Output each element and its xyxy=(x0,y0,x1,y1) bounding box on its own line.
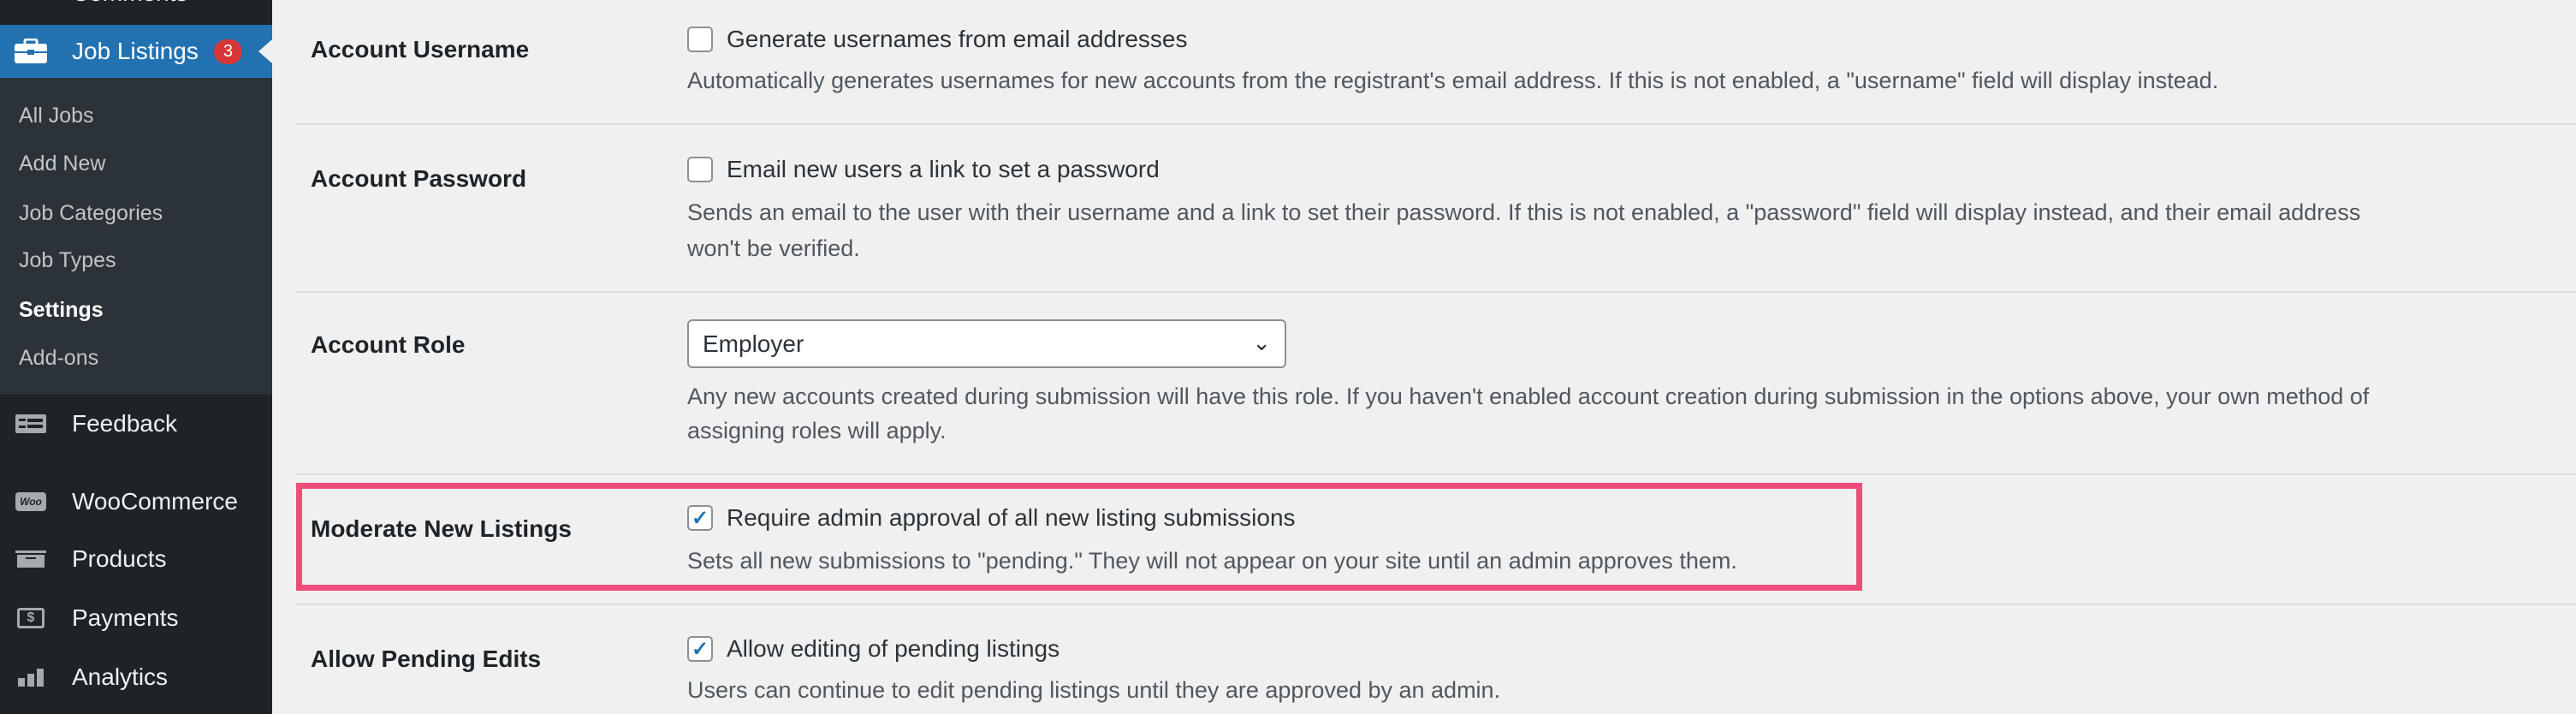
setting-description: Sends an email to the user with their us… xyxy=(687,199,2361,225)
sidebar-item-products[interactable]: Products xyxy=(0,533,272,585)
setting-label-moderate-new-listings: Moderate New Listings xyxy=(311,515,572,542)
sidebar-item-woocommerce[interactable]: Woo WooCommerce xyxy=(0,476,272,527)
checkmark-icon[interactable]: ✓ xyxy=(687,636,713,662)
setting-description: Automatically generates usernames for ne… xyxy=(687,68,2219,93)
woo-icon: Woo xyxy=(12,492,50,511)
briefcase-icon xyxy=(12,39,50,64)
account-role-select[interactable]: Employer ⌄ xyxy=(687,319,1286,368)
current-indicator xyxy=(258,39,272,63)
setting-label-account-role: Account Role xyxy=(311,331,466,358)
setting-description: Sets all new submissions to "pending." T… xyxy=(687,548,1737,574)
email-password-link-checkbox[interactable]: Email new users a link to set a password xyxy=(687,156,1160,183)
archive-icon xyxy=(12,550,50,568)
submenu-settings[interactable]: Settings xyxy=(19,298,104,323)
dollar-icon: $ xyxy=(12,608,50,628)
setting-label-account-username: Account Username xyxy=(311,36,530,62)
divider xyxy=(296,291,2576,293)
sidebar-item-analytics[interactable]: Analytics xyxy=(0,652,272,703)
generate-usernames-checkbox[interactable]: Generate usernames from email addresses xyxy=(687,26,1187,53)
setting-label-account-password: Account Password xyxy=(311,165,527,192)
setting-description: Users can continue to edit pending listi… xyxy=(687,677,1501,703)
submenu-add-new[interactable]: Add New xyxy=(19,152,105,176)
setting-label-allow-pending-edits: Allow Pending Edits xyxy=(311,646,542,672)
count-badge: 3 xyxy=(213,39,242,64)
chevron-down-icon: ⌄ xyxy=(1252,330,1271,355)
checkbox[interactable] xyxy=(687,157,713,182)
sidebar-item-job-listings[interactable]: Job Listings 3 xyxy=(0,25,272,78)
feedback-icon xyxy=(12,414,50,433)
checkbox[interactable] xyxy=(687,27,713,52)
sidebar-item-payments[interactable]: $ Payments xyxy=(0,592,272,644)
sidebar-item-feedback[interactable]: Feedback xyxy=(0,398,272,449)
submenu-all-jobs[interactable]: All Jobs xyxy=(19,104,94,128)
submenu-job-categories[interactable]: Job Categories xyxy=(19,201,163,226)
divider xyxy=(296,473,2576,475)
checkmark-icon[interactable]: ✓ xyxy=(687,505,713,531)
setting-description: assigning roles will apply. xyxy=(687,418,947,443)
admin-sidebar: ✎Comments Job Listings 3 All Jobs Add Ne… xyxy=(0,0,272,714)
allow-pending-edits-checkbox[interactable]: ✓ Allow editing of pending listings xyxy=(687,635,1059,663)
divider xyxy=(296,604,2576,605)
setting-description: won't be verified. xyxy=(687,235,860,261)
submenu-job-types[interactable]: Job Types xyxy=(19,248,116,273)
sidebar-item-comments[interactable]: ✎Comments xyxy=(0,0,272,19)
bar-chart-icon xyxy=(12,668,50,687)
setting-description: Any new accounts created during submissi… xyxy=(687,384,2370,409)
job-listings-submenu: All Jobs Add New Job Categories Job Type… xyxy=(0,78,272,395)
comment-icon: ✎ xyxy=(12,0,50,8)
divider xyxy=(296,123,2576,125)
require-admin-approval-checkbox[interactable]: ✓ Require admin approval of all new listi… xyxy=(687,504,1296,532)
submenu-add-ons[interactable]: Add-ons xyxy=(19,346,98,371)
